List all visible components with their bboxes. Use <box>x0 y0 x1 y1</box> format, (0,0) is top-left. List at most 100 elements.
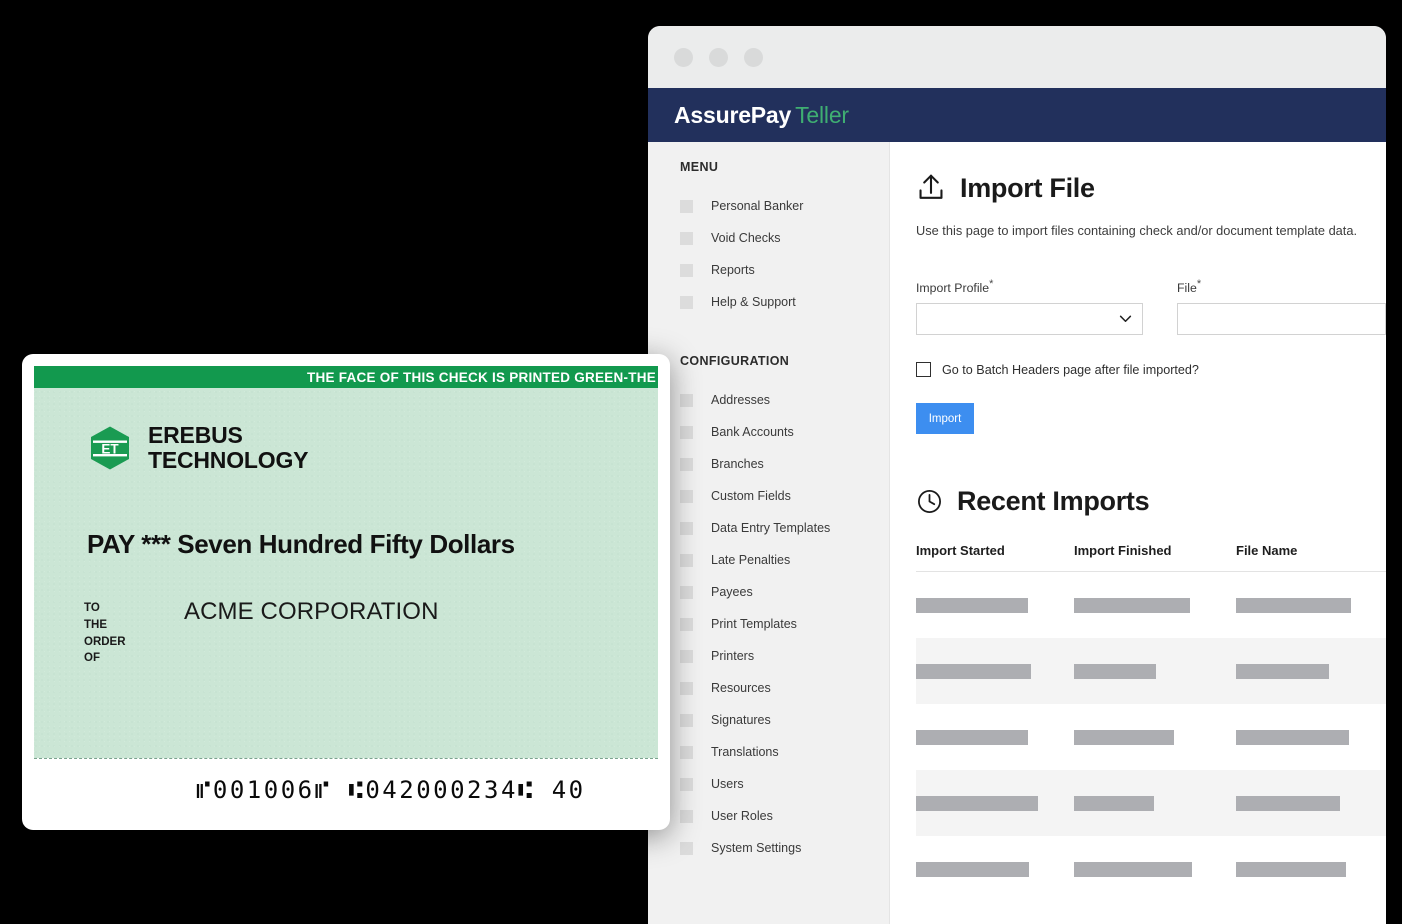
sidebar-item-system-settings[interactable]: System Settings <box>648 832 889 864</box>
placeholder-bar <box>1074 795 1154 811</box>
cell-import-started <box>916 795 1074 811</box>
sidebar-item-label: Addresses <box>711 393 771 407</box>
recent-imports-title: Recent Imports <box>957 486 1150 517</box>
file-label: File* <box>1177 278 1386 295</box>
sidebar-item-user-roles[interactable]: User Roles <box>648 800 889 832</box>
order-label-line-2: THE <box>84 618 107 631</box>
cell-import-started <box>916 729 1074 745</box>
placeholder-bar <box>1236 861 1346 877</box>
table-row[interactable] <box>916 704 1386 770</box>
svg-text:ET: ET <box>101 441 119 456</box>
placeholder-bar <box>1236 729 1349 745</box>
sidebar-heading-menu: MENU <box>680 160 719 174</box>
sidebar-item-custom-fields[interactable]: Custom Fields <box>648 480 889 512</box>
minimize-dot[interactable] <box>709 47 728 67</box>
recent-imports-title-row: Recent Imports <box>916 486 1386 517</box>
placeholder-bar <box>1236 795 1340 811</box>
table-row[interactable] <box>916 770 1386 837</box>
placeholder-bar <box>1074 597 1190 613</box>
sidebar-item-label: Late Penalties <box>711 553 791 567</box>
sidebar-item-personal-banker[interactable]: Personal Banker <box>648 190 889 222</box>
import-profile-select[interactable] <box>916 303 1144 336</box>
cell-file-name <box>1236 861 1386 877</box>
sidebar-item-payees[interactable]: Payees <box>648 576 889 608</box>
check-micr-line: ⑈001006⑈ ⑆042000234⑆ 40 <box>196 775 586 804</box>
menu-square-icon <box>680 809 693 823</box>
sidebar-item-users[interactable]: Users <box>648 768 889 800</box>
menu-square-icon <box>680 745 693 759</box>
import-profile-label: Import Profile* <box>916 278 1143 295</box>
placeholder-bar <box>1236 597 1351 613</box>
cell-import-finished <box>1074 597 1236 613</box>
sidebar-item-label: Resources <box>711 681 771 695</box>
cell-import-started <box>916 861 1074 877</box>
close-dot[interactable] <box>674 47 693 67</box>
sidebar-item-late-penalties[interactable]: Late Penalties <box>648 544 889 576</box>
menu-square-icon <box>680 295 693 309</box>
sidebar-item-translations[interactable]: Translations <box>648 736 889 768</box>
sidebar-item-signatures[interactable]: Signatures <box>648 704 889 736</box>
sidebar-item-help-support[interactable]: Help & Support <box>648 286 889 318</box>
cell-file-name <box>1236 729 1386 745</box>
menu-square-icon <box>680 617 693 631</box>
app-header: AssurePay Teller <box>648 88 1386 142</box>
placeholder-bar <box>1236 663 1329 679</box>
sidebar-item-print-templates[interactable]: Print Templates <box>648 608 889 640</box>
menu-square-icon <box>680 553 693 567</box>
table-row[interactable] <box>916 836 1386 902</box>
cell-import-finished <box>1074 729 1236 745</box>
cell-import-started <box>916 663 1074 679</box>
table-row[interactable] <box>916 638 1386 705</box>
app-logo[interactable]: AssurePay Teller <box>674 102 849 129</box>
menu-square-icon <box>680 777 693 791</box>
recent-imports-table: Import Started Import Finished File Name <box>916 543 1386 902</box>
file-field: File* <box>1177 278 1386 336</box>
import-button[interactable]: Import <box>916 403 974 435</box>
chevron-down-icon <box>1119 315 1132 323</box>
cell-file-name <box>1236 597 1386 613</box>
sidebar-item-resources[interactable]: Resources <box>648 672 889 704</box>
sidebar-item-label: Payees <box>711 585 753 599</box>
amount-in-words: Seven Hundred Fifty Dollars <box>177 529 515 560</box>
order-label-line-1: TO <box>84 602 100 615</box>
placeholder-bar <box>1074 861 1192 877</box>
sidebar-item-label: Printers <box>711 649 755 663</box>
placeholder-bar <box>1074 729 1174 745</box>
sidebar-item-label: Custom Fields <box>711 489 791 503</box>
sidebar-item-label: Users <box>711 777 744 791</box>
file-input[interactable] <box>1177 303 1386 336</box>
menu-square-icon <box>680 263 693 277</box>
menu-square-icon <box>680 681 693 695</box>
sidebar-item-data-entry-templates[interactable]: Data Entry Templates <box>648 512 889 544</box>
menu-square-icon <box>680 585 693 599</box>
check-micr-strip: ⑈001006⑈ ⑆042000234⑆ 40 <box>34 758 658 820</box>
check-security-band: THE FACE OF THIS CHECK IS PRINTED GREEN-… <box>34 366 658 388</box>
cell-file-name <box>1236 663 1386 679</box>
company-line-2: TECHNOLOGY <box>148 446 309 473</box>
cell-import-finished <box>1074 795 1236 811</box>
main-content: Import File Use this page to import file… <box>890 142 1386 924</box>
sidebar-item-void-checks[interactable]: Void Checks <box>648 222 889 254</box>
maximize-dot[interactable] <box>744 47 763 67</box>
sidebar-item-bank-accounts[interactable]: Bank Accounts <box>648 416 889 448</box>
table-row[interactable] <box>916 572 1386 638</box>
browser-window: AssurePay Teller MENU Personal Banker Voi… <box>648 26 1386 924</box>
sidebar-item-addresses[interactable]: Addresses <box>648 384 889 416</box>
sidebar-item-label: Reports <box>711 263 755 277</box>
placeholder-bar <box>916 597 1028 613</box>
batch-headers-checkbox[interactable] <box>916 362 931 378</box>
order-label-line-3: ORDER <box>84 635 126 648</box>
sidebar-item-label: Data Entry Templates <box>711 521 831 535</box>
sidebar-item-printers[interactable]: Printers <box>648 640 889 672</box>
page-title-row: Import File <box>916 172 1386 204</box>
pay-prefix: PAY *** <box>87 529 171 560</box>
file-label-text: File <box>1177 281 1197 296</box>
sidebar-item-label: Void Checks <box>711 231 781 245</box>
upload-icon <box>919 174 943 199</box>
screenshot-stage: AssurePay Teller MENU Personal Banker Voi… <box>0 0 1402 924</box>
check-preview-card: THE FACE OF THIS CHECK IS PRINTED GREEN-… <box>22 354 670 830</box>
sidebar-item-branches[interactable]: Branches <box>648 448 889 480</box>
menu-square-icon <box>680 457 693 471</box>
sidebar-item-reports[interactable]: Reports <box>648 254 889 286</box>
placeholder-bar <box>916 663 1031 679</box>
